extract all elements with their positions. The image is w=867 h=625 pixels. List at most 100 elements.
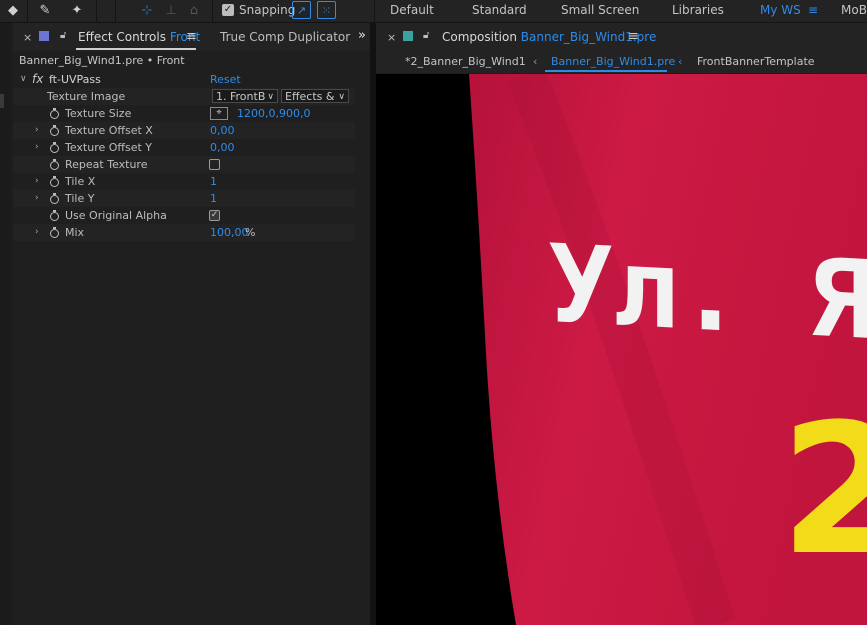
composition-viewer[interactable]: Ул. Яс 2	[376, 74, 867, 625]
flow-left-chevron-icon[interactable]: ‹	[533, 55, 537, 68]
toolbar-divider	[96, 0, 97, 22]
lock-icon[interactable]: 🔓︎	[60, 30, 66, 41]
param-label: Texture Image	[47, 90, 126, 103]
effect-controls-panel: × 🔓︎ Effect Controls Front ≡ True Comp D…	[13, 23, 370, 625]
flow-right-chevron-icon[interactable]: ‹	[678, 55, 682, 68]
banner-street-text: Ул. Яс	[548, 222, 867, 367]
expand-chevron-icon[interactable]: ›	[35, 142, 39, 152]
more-tabs-icon[interactable]: »	[358, 28, 366, 43]
lock-icon[interactable]: 🔓︎	[423, 30, 429, 41]
panel-color-label-icon	[403, 31, 413, 41]
stopwatch-icon[interactable]	[50, 210, 59, 221]
chevron-down-icon: ∨	[267, 92, 274, 102]
left-strip-marker	[0, 94, 4, 108]
snap-features-icon[interactable]: ⁙	[317, 1, 336, 19]
expand-chevron-icon[interactable]: ›	[35, 227, 39, 237]
fx-icon[interactable]: fx	[32, 72, 43, 86]
roto-brush-tool-icon[interactable]: ✎	[36, 2, 54, 19]
workspace-libraries[interactable]: Libraries	[672, 3, 724, 17]
param-row-repeat-texture: Repeat Texture	[13, 156, 355, 173]
param-value[interactable]: 1200,0,900,0	[237, 107, 310, 120]
effect-name: ft-UVPass	[49, 73, 101, 86]
close-tab-icon[interactable]: ×	[387, 31, 396, 44]
chevron-down-icon: ∨	[338, 92, 345, 102]
param-label: Tile X	[65, 175, 96, 188]
panel-menu-icon[interactable]: ≡	[186, 29, 197, 44]
dropdown-value: 1. FrontB	[216, 90, 266, 103]
param-row-texture-offset-y: › Texture Offset Y 0,00	[13, 139, 355, 156]
viewer-canvas: Ул. Яс 2	[469, 74, 867, 625]
param-label: Use Original Alpha	[65, 209, 167, 222]
snap-edges-icon[interactable]: ↗	[292, 1, 311, 19]
texture-layer-dropdown[interactable]: 1. FrontB ∨	[212, 89, 278, 103]
stopwatch-icon[interactable]	[50, 193, 59, 204]
top-toolbar: ◆ ✎ ✦ ⊹ ⊥ ⌂ ✓ Snapping ↗ ⁙ Default Stand…	[0, 0, 867, 23]
stopwatch-icon[interactable]	[50, 142, 59, 153]
param-row-texture-image: Texture Image 1. FrontB ∨ Effects & ∨	[13, 88, 355, 105]
effect-row-ft-uvpass: ∨ fx ft-UVPass Reset	[13, 71, 355, 88]
tab-true-comp-duplicator[interactable]: True Comp Duplicator	[220, 30, 350, 44]
stopwatch-icon[interactable]	[50, 108, 59, 119]
param-value[interactable]: 0,00	[210, 124, 235, 137]
composition-tab-row: × 🔓︎ Composition Banner_Big_Wind1.pre ≡	[376, 23, 867, 51]
param-label: Mix	[65, 226, 85, 239]
tab-composition-label: Composition	[442, 30, 517, 44]
axis-world-icon[interactable]: ⊥	[162, 2, 180, 19]
param-row-tile-y: › Tile Y 1	[13, 190, 355, 207]
param-row-texture-size: Texture Size ⌖ 1200,0,900,0	[13, 105, 355, 122]
puppet-pin-tool-icon[interactable]: ✦	[68, 2, 86, 19]
param-label: Texture Offset X	[65, 124, 153, 137]
texture-source-dropdown[interactable]: Effects & ∨	[281, 89, 349, 103]
toolbar-divider	[115, 0, 116, 22]
param-row-use-original-alpha: Use Original Alpha ✓	[13, 207, 355, 224]
param-label: Texture Offset Y	[65, 141, 153, 154]
param-row-tile-x: › Tile X 1	[13, 173, 355, 190]
snapping-checkbox[interactable]: ✓	[222, 4, 234, 16]
flow-active-underline	[545, 70, 667, 72]
workspace-mobi[interactable]: MoBI	[841, 3, 867, 17]
param-label: Texture Size	[65, 107, 132, 120]
axis-view-icon[interactable]: ⌂	[185, 2, 203, 19]
expand-chevron-icon[interactable]: ›	[35, 176, 39, 186]
tab-composition[interactable]: Composition Banner_Big_Wind1.pre	[442, 30, 656, 44]
use-original-alpha-checkbox[interactable]: ✓	[209, 210, 220, 221]
snapping-label: Snapping	[239, 3, 296, 17]
param-label: Repeat Texture	[65, 158, 148, 171]
reset-link[interactable]: Reset	[210, 73, 241, 86]
param-value[interactable]: 0,00	[210, 141, 235, 154]
param-value[interactable]: 100,00	[210, 226, 249, 239]
expand-chevron-icon[interactable]: ›	[35, 193, 39, 203]
param-unit: %	[245, 226, 256, 239]
param-value[interactable]: 1	[210, 192, 217, 205]
close-tab-icon[interactable]: ×	[23, 31, 32, 44]
point-crosshair-icon[interactable]: ⌖	[210, 107, 228, 120]
panel-color-label-icon	[39, 31, 49, 41]
left-panel-strip	[0, 23, 10, 625]
stopwatch-icon[interactable]	[50, 176, 59, 187]
param-value[interactable]: 1	[210, 175, 217, 188]
flow-item-child[interactable]: FrontBannerTemplate	[697, 55, 815, 68]
tab-effect-controls[interactable]: Effect Controls Front	[78, 30, 200, 44]
effect-controls-tab-row: × 🔓︎ Effect Controls Front ≡ True Comp D…	[13, 23, 370, 51]
expand-chevron-icon[interactable]: ›	[35, 125, 39, 135]
panel-menu-icon[interactable]: ≡	[628, 29, 639, 44]
workspace-menu-icon[interactable]: ≡	[808, 3, 818, 17]
stopwatch-icon[interactable]	[50, 159, 59, 170]
flow-item-parent[interactable]: *2_Banner_Big_Wind1	[405, 55, 526, 68]
dropdown-value: Effects &	[285, 90, 335, 103]
workspace-default[interactable]: Default	[390, 3, 434, 17]
workspace-my-ws[interactable]: My WS	[760, 3, 801, 17]
stopwatch-icon[interactable]	[50, 125, 59, 136]
toolbar-divider	[212, 0, 213, 22]
flow-item-current[interactable]: Banner_Big_Wind1.pre	[551, 55, 675, 68]
workspace-standard[interactable]: Standard	[472, 3, 527, 17]
stopwatch-icon[interactable]	[50, 227, 59, 238]
workspace-small-screen[interactable]: Small Screen	[561, 3, 639, 17]
axis-local-icon[interactable]: ⊹	[138, 2, 156, 19]
param-row-mix: › Mix 100,00 %	[13, 224, 355, 241]
param-row-texture-offset-x: › Texture Offset X 0,00	[13, 122, 355, 139]
param-label: Tile Y	[65, 192, 95, 205]
repeat-texture-checkbox[interactable]	[209, 159, 220, 170]
eraser-tool-icon[interactable]: ◆	[4, 2, 22, 19]
collapse-chevron-icon[interactable]: ∨	[20, 74, 27, 84]
